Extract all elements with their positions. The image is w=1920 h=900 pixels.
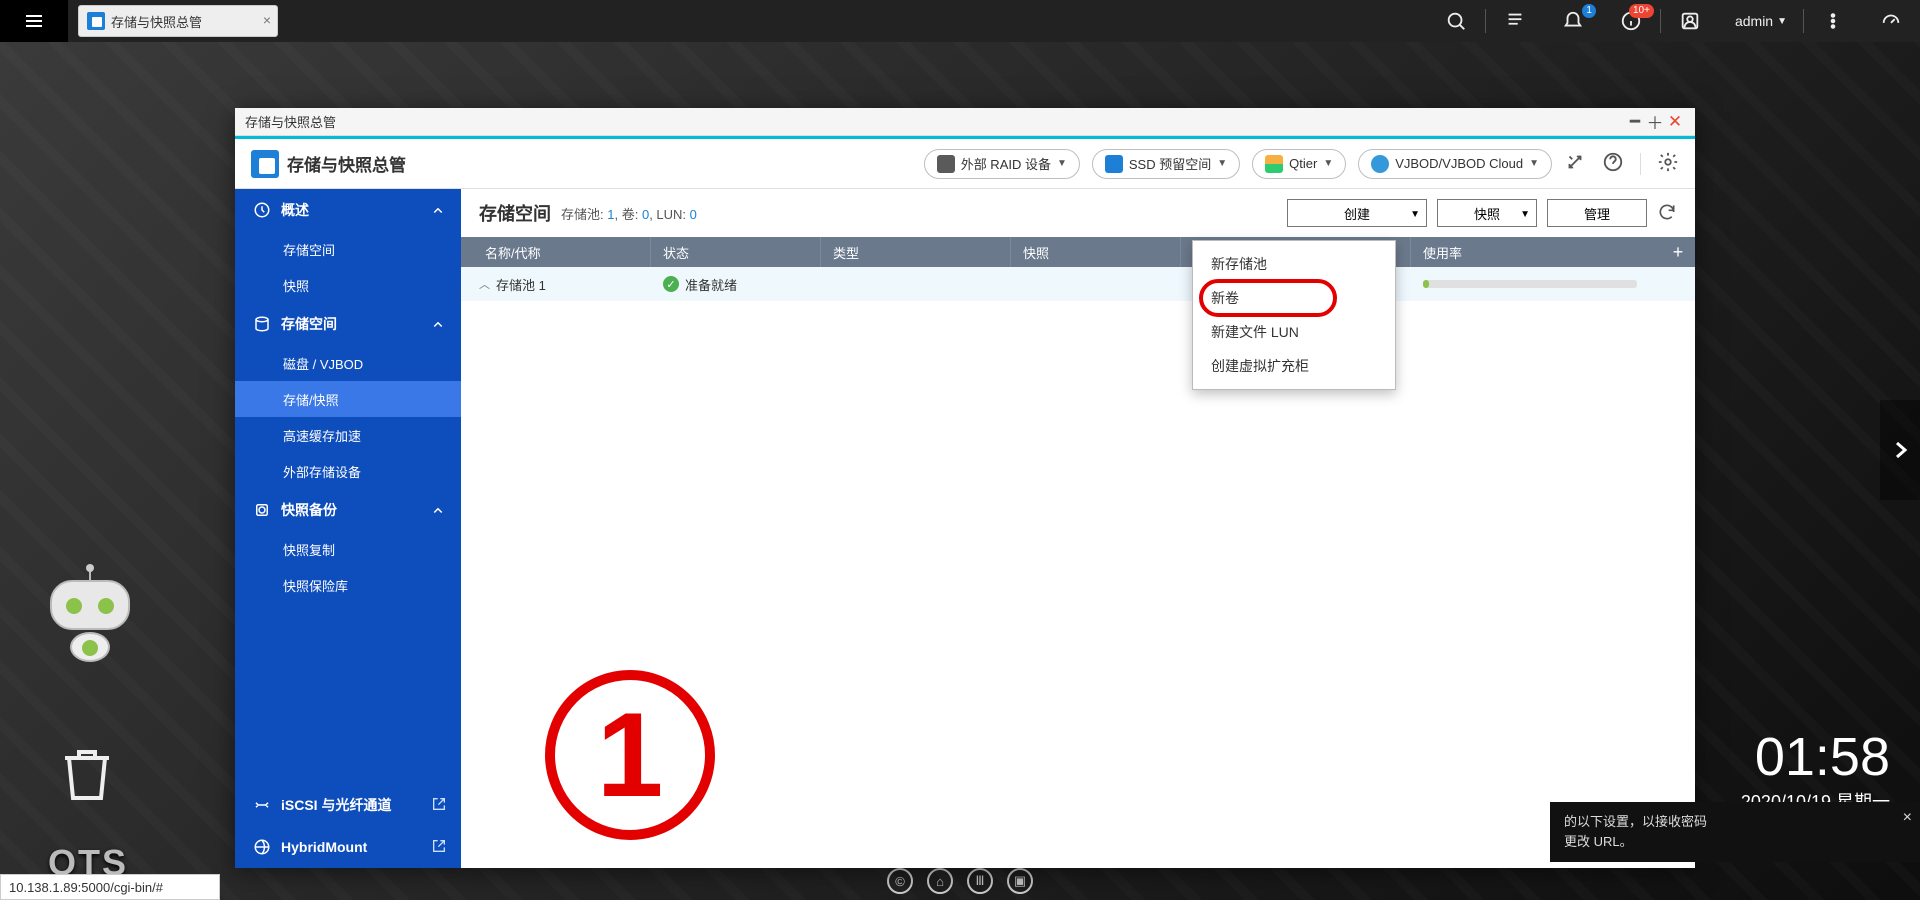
settings-icon[interactable] [1657,151,1679,176]
sidebar-group-storage[interactable]: 存储空间 [235,303,461,345]
task-icon[interactable] [1486,0,1544,42]
close-icon[interactable]: × [263,12,271,28]
sidebar-link-hybridmount[interactable]: HybridMount [235,826,461,868]
footer-icon-3[interactable]: Ⅲ [967,868,993,894]
recycle-bin-icon[interactable] [55,740,119,807]
window-toolbar: 存储与快照总管 外部 RAID 设备 ▼ SSD 预留空间 ▼ Qtier ▼ … [235,139,1695,189]
qtier-button[interactable]: Qtier ▼ [1252,149,1346,179]
app-title: 存储与快照总管 [287,151,406,176]
app-title-block: 存储与快照总管 [251,150,406,178]
footer-icon-1[interactable]: © [887,868,913,894]
table-header: 名称/代称 状态 类型 快照 使用率 + [461,237,1695,267]
usage-bar [1423,280,1637,288]
notification-popup: × 的以下设置，以接收密码 更改 URL。 [1550,802,1920,862]
ssd-overprovision-button[interactable]: SSD 预留空间 ▼ [1092,149,1240,179]
col-status: 状态 [651,237,821,267]
sidebar-group-snapshot-backup[interactable]: 快照备份 [235,489,461,531]
sidebar-item-storage-snapshot[interactable]: 存储/快照 [235,381,461,417]
vjbod-button[interactable]: VJBOD/VJBOD Cloud ▼ [1358,149,1552,179]
ssd-icon [1105,155,1123,173]
notification-badge: 1 [1582,4,1596,18]
add-column-button[interactable]: + [1661,237,1695,267]
assistant-robot-icon[interactable] [40,580,140,680]
col-snap: 快照 [1011,237,1181,267]
os-topbar: 存储与快照总管 × 1 10+ admin ▼ [0,0,1920,42]
popup-close-icon[interactable]: × [1903,806,1912,830]
clock-time: 01:58 [1741,730,1890,784]
col-use: 使用率 [1411,237,1661,267]
external-raid-button[interactable]: 外部 RAID 设备 ▼ [924,149,1080,179]
minimize-button[interactable]: ━ [1625,112,1645,132]
footer-icon-2[interactable]: ⌂ [927,868,953,894]
username-label: admin [1735,13,1773,29]
close-button[interactable]: ✕ [1665,112,1685,132]
app-tab[interactable]: 存储与快照总管 × [78,5,278,37]
window-title: 存储与快照总管 [245,112,336,131]
sidebar-item-external-storage[interactable]: 外部存储设备 [235,453,461,489]
row-status: 准备就绪 [685,275,737,294]
sidebar-item-disks[interactable]: 磁盘 / VJBOD [235,345,461,381]
chevron-down-icon: ▼ [1777,16,1787,27]
user-icon[interactable] [1661,0,1719,42]
status-ok-icon: ✓ [663,276,679,292]
help-icon[interactable] [1602,151,1624,176]
col-name: 名称/代称 [461,237,651,267]
desktop-footer-icons: © ⌂ Ⅲ ▣ [887,868,1033,894]
sidebar-item-snapshot-replica[interactable]: 快照复制 [235,531,461,567]
sidebar-group-overview[interactable]: 概述 [235,189,461,231]
sidebar-item-overview-storage[interactable]: 存储空间 [235,231,461,267]
sidebar-item-overview-snapshot[interactable]: 快照 [235,267,461,303]
sidebar: 概述 存储空间 快照 存储空间 磁盘 / VJBOD 存储/快照 高速缓存加速 … [235,189,461,868]
snapshot-button[interactable]: 快照▼ [1437,199,1537,227]
dd-new-lun[interactable]: 新建文件 LUN [1193,315,1395,349]
dashboard-icon[interactable] [1862,0,1920,42]
app-icon [87,12,105,30]
annotation-circle-1: 1 [545,670,715,840]
sidebar-item-cache[interactable]: 高速缓存加速 [235,417,461,453]
sidebar-item-snapshot-vault[interactable]: 快照保险库 [235,567,461,603]
refresh-button[interactable] [1657,202,1677,225]
maximize-button[interactable]: ＋ [1645,109,1665,134]
expand-icon[interactable]: ︿ [479,276,490,292]
table-row[interactable]: ︿ 存储池 1 ✓ 准备就绪 TB [461,267,1695,301]
dd-new-enclosure[interactable]: 创建虚拟扩充柜 [1193,349,1395,383]
search-button[interactable] [1427,0,1485,42]
footer-icon-4[interactable]: ▣ [1007,868,1033,894]
qtier-icon [1265,155,1283,173]
topbar-right: 1 10+ admin ▼ [1427,0,1920,42]
sidebar-link-iscsi[interactable]: iSCSI 与光纤通道 [235,784,461,826]
create-dropdown: 新存储池 新卷 新建文件 LUN 创建虚拟扩充柜 [1192,240,1396,390]
col-type: 类型 [821,237,1011,267]
desktop-next-page[interactable] [1880,400,1920,500]
window-titlebar[interactable]: 存储与快照总管 ━ ＋ ✕ [235,108,1695,136]
raid-icon [937,155,955,173]
page-title: 存储空间 [479,200,551,226]
row-name: 存储池 1 [496,275,546,294]
wizard-icon[interactable] [1564,151,1586,176]
user-menu[interactable]: admin ▼ [1719,13,1803,29]
menu-button[interactable] [0,0,68,42]
dd-new-volume[interactable]: 新卷 [1193,281,1395,315]
notification-bell-icon[interactable]: 1 [1544,0,1602,42]
manage-button[interactable]: 管理 [1547,199,1647,227]
storage-snapshot-window: 存储与快照总管 ━ ＋ ✕ 存储与快照总管 外部 RAID 设备 ▼ SSD 预… [235,108,1695,868]
create-button[interactable]: 创建▼ [1287,199,1427,227]
storage-stats: 存储池: 1, 卷: 0, LUN: 0 [561,204,697,223]
app-tab-title: 存储与快照总管 [111,12,202,31]
info-badge: 10+ [1629,4,1654,18]
vjbod-icon [1371,155,1389,173]
browser-status-bar: 10.138.1.89:5000/cgi-bin/# [0,874,220,900]
dd-new-pool[interactable]: 新存储池 [1193,247,1395,281]
more-icon[interactable] [1804,0,1862,42]
info-icon[interactable]: 10+ [1602,0,1660,42]
app-icon [251,150,279,178]
